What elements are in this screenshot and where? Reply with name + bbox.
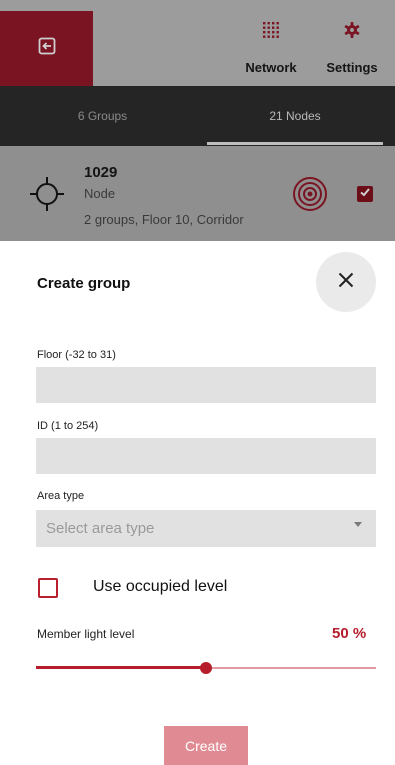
exit-button[interactable]: [0, 11, 93, 86]
node-id: 1029: [84, 164, 118, 181]
node-select-checkbox[interactable]: [357, 186, 373, 202]
node-list-item[interactable]: 1029 Node 2 groups, Floor 10, Corridor: [0, 146, 395, 242]
tab-nodes[interactable]: 21 Nodes: [205, 86, 385, 146]
gear-icon: [344, 22, 360, 43]
chevron-down-icon: [354, 522, 362, 527]
use-occupied-level-label: Use occupied level: [93, 578, 228, 595]
exit-icon: [38, 37, 56, 60]
sheet-title: Create group: [37, 275, 131, 292]
id-label: ID (1 to 254): [37, 420, 99, 432]
create-group-sheet: Create group Floor (-32 to 31) ID (1 to …: [0, 241, 395, 765]
grid-icon: [263, 22, 279, 43]
tab-groups[interactable]: 6 Groups: [0, 86, 205, 146]
member-light-level-label: Member light level: [37, 627, 135, 641]
node-type: Node: [84, 186, 116, 201]
floor-input[interactable]: [36, 367, 376, 403]
identify-target-icon[interactable]: [292, 176, 328, 217]
use-occupied-level-checkbox[interactable]: [38, 578, 58, 598]
tab-bar: 6 Groups 21 Nodes: [0, 86, 395, 146]
slider-thumb[interactable]: [200, 662, 212, 674]
nav-settings-label: Settings: [326, 60, 378, 75]
app-header: Network Settings: [0, 0, 395, 86]
member-light-level-slider[interactable]: [36, 659, 376, 677]
nav-settings[interactable]: Settings: [317, 22, 387, 78]
member-light-level-value: 50 %: [332, 625, 367, 642]
nav-network-label: Network: [245, 60, 297, 75]
area-type-placeholder: Select area type: [46, 520, 155, 537]
area-type-select[interactable]: Select area type: [36, 510, 376, 547]
create-button[interactable]: Create: [164, 726, 248, 765]
close-icon: [338, 272, 354, 293]
close-button[interactable]: [316, 252, 376, 312]
node-details: 2 groups, Floor 10, Corridor: [84, 212, 244, 227]
nav-network[interactable]: Network: [236, 22, 306, 78]
slider-fill: [36, 666, 206, 669]
area-type-label: Area type: [37, 490, 85, 502]
checkmark-icon: [359, 185, 371, 203]
tab-selected-indicator: [207, 142, 383, 145]
floor-label: Floor (-32 to 31): [37, 349, 116, 361]
node-icon: [30, 177, 64, 216]
id-input[interactable]: [36, 438, 376, 474]
